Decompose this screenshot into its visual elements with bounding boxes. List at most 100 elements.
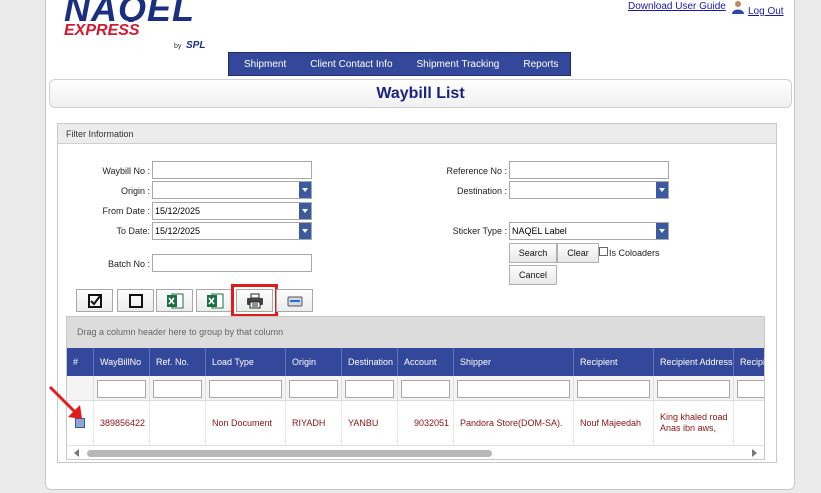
column-header[interactable]: WayBillNo <box>94 348 150 376</box>
scan-button[interactable] <box>276 289 313 312</box>
recipient-address-cell: King khaled road Anas ibn aws, <box>654 401 734 445</box>
column-header[interactable]: Recipient <box>574 348 654 376</box>
menu-client-contact-info[interactable]: Client Contact Info <box>298 53 404 75</box>
scroll-right-icon[interactable] <box>752 449 757 457</box>
to-date-select[interactable]: 15/12/2025 <box>152 222 312 240</box>
column-header[interactable]: Origin <box>286 348 342 376</box>
logo-by-text: by <box>174 43 182 50</box>
batch-label: Batch No : <box>107 259 150 269</box>
scrollbar-thumb[interactable] <box>87 450 492 457</box>
waybill-cell[interactable]: 389856422 <box>94 401 150 445</box>
batch-input[interactable] <box>152 254 312 272</box>
chevron-down-icon <box>299 203 311 219</box>
chevron-down-icon <box>299 182 311 198</box>
menu-shipment-tracking[interactable]: Shipment Tracking <box>405 53 512 75</box>
cancel-button[interactable]: Cancel <box>509 265 557 285</box>
ref-cell <box>150 401 206 445</box>
column-header[interactable]: Shipper <box>454 348 574 376</box>
page-title-bar: Waybill List <box>49 79 792 108</box>
reference-label: Reference No : <box>446 166 507 176</box>
filter-cell <box>654 376 734 400</box>
filter-cell <box>398 376 454 400</box>
shipper-cell: Pandora Store(DOM-SA). <box>454 401 574 445</box>
destination-cell: YANBU <box>342 401 398 445</box>
check-all-icon <box>87 293 102 308</box>
waybill-label: Waybill No : <box>102 166 150 176</box>
menu-reports[interactable]: Reports <box>511 53 570 75</box>
origin-select[interactable] <box>152 181 312 199</box>
excel-export-icon <box>166 293 183 308</box>
page-title: Waybill List <box>376 85 465 102</box>
coloaders-label: Is Coloaders <box>609 248 660 258</box>
uncheck-all-icon <box>128 293 143 308</box>
reference-input[interactable] <box>509 161 669 179</box>
column-header[interactable]: Ref. No. <box>150 348 206 376</box>
origin-cell: RIYADH <box>286 401 342 445</box>
column-filter-input[interactable] <box>401 380 450 398</box>
to-date-label: To Date: <box>116 226 150 236</box>
column-header[interactable]: Account <box>398 348 454 376</box>
excel-export-alt-icon <box>206 293 223 308</box>
column-filter-input[interactable] <box>153 380 202 398</box>
filter-cell <box>94 376 150 400</box>
print-button[interactable] <box>231 284 278 317</box>
extra-cell <box>734 401 764 445</box>
column-filter-input[interactable] <box>97 380 146 398</box>
column-filter-input[interactable] <box>457 380 570 398</box>
filter-cell <box>342 376 398 400</box>
from-date-select[interactable]: 15/12/2025 <box>152 202 312 220</box>
waybill-input[interactable] <box>152 161 312 179</box>
column-header[interactable]: Load Type <box>206 348 286 376</box>
column-header[interactable]: # <box>67 348 94 376</box>
scroll-left-icon[interactable] <box>74 449 79 457</box>
logout-link[interactable]: Log Out <box>748 6 784 17</box>
coloaders-checkbox[interactable] <box>599 247 608 256</box>
filter-cell <box>150 376 206 400</box>
grid-header: # WayBillNo Ref. No. Load Type Origin De… <box>67 348 764 376</box>
check-all-button[interactable] <box>76 289 113 312</box>
origin-label: Origin : <box>120 186 150 196</box>
column-header[interactable]: Destination <box>342 348 398 376</box>
grid-filter-row <box>67 376 764 401</box>
logo-parent: SPL <box>186 40 206 51</box>
filter-cell <box>286 376 342 400</box>
menu-shipment[interactable]: Shipment <box>229 53 298 75</box>
filter-cell <box>206 376 286 400</box>
column-filter-input[interactable] <box>737 380 764 398</box>
column-filter-input[interactable] <box>577 380 650 398</box>
column-filter-input[interactable] <box>657 380 730 398</box>
from-date-label: From Date : <box>102 206 150 216</box>
sticker-type-value: NAQEL Label <box>512 226 567 236</box>
chevron-down-icon <box>656 223 668 239</box>
column-filter-input[interactable] <box>209 380 282 398</box>
horizontal-scrollbar[interactable] <box>67 445 764 459</box>
load-type-cell: Non Document <box>206 401 286 445</box>
naqel-logo: NAQEL EXPRESS by SPL <box>64 0 214 60</box>
destination-label: Destination : <box>456 186 507 196</box>
table-row[interactable]: 389856422 Non Document RIYADH YANBU 9032… <box>67 401 764 445</box>
waybill-grid: Drag a column header here to group by th… <box>66 316 765 460</box>
recipient-cell: Nouf Majeedah <box>574 401 654 445</box>
sticker-type-select[interactable]: NAQEL Label <box>509 222 669 240</box>
printer-icon <box>246 293 263 308</box>
uncheck-all-button[interactable] <box>117 289 154 312</box>
annotation-arrow-icon <box>48 385 82 419</box>
account-cell: 9032051 <box>398 401 454 445</box>
filter-cell <box>734 376 764 400</box>
download-user-guide-link[interactable]: Download User Guide <box>628 1 726 12</box>
export-excel-alt-button[interactable] <box>196 289 233 312</box>
clear-button[interactable]: Clear <box>557 243 599 263</box>
from-date-value: 15/12/2025 <box>155 206 201 216</box>
user-icon <box>732 1 744 14</box>
export-excel-button[interactable] <box>156 289 193 312</box>
chevron-down-icon <box>299 223 311 239</box>
filter-cell <box>454 376 574 400</box>
main-menu: Shipment Client Contact Info Shipment Tr… <box>228 52 571 76</box>
column-header[interactable]: Recipi <box>734 348 764 376</box>
column-filter-input[interactable] <box>345 380 394 398</box>
search-button[interactable]: Search <box>509 243 557 263</box>
scanner-icon <box>287 296 302 306</box>
column-filter-input[interactable] <box>289 380 338 398</box>
destination-select[interactable] <box>509 181 669 199</box>
column-header[interactable]: Recipient Address <box>654 348 734 376</box>
